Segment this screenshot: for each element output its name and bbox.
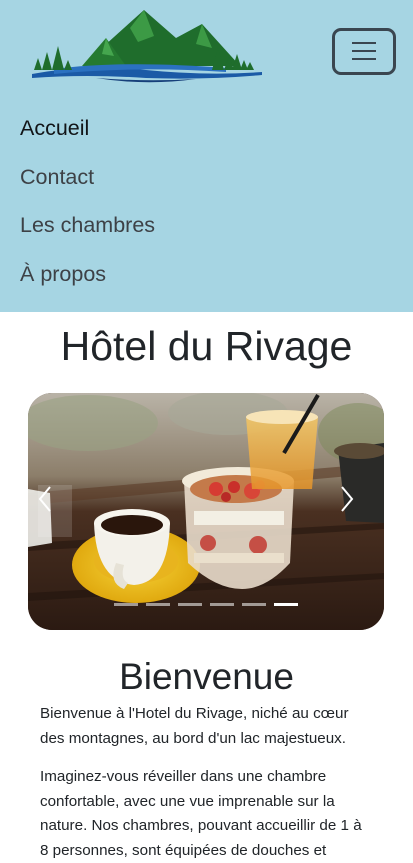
carousel-indicators	[28, 601, 384, 607]
carousel-prev-button[interactable]	[38, 485, 72, 537]
carousel-indicator[interactable]	[114, 603, 138, 606]
nav-item-a-propos[interactable]: À propos	[20, 254, 155, 303]
carousel-indicator[interactable]	[146, 603, 170, 606]
carousel-indicator-active[interactable]	[274, 603, 298, 606]
welcome-paragraph: Bienvenue à l'Hotel du Rivage, niché au …	[40, 705, 349, 747]
nav-item-accueil[interactable]: Accueil	[20, 108, 155, 157]
nav-menu: Accueil Contact Les chambres À propos	[20, 108, 155, 302]
mountain-lake-logo-icon[interactable]	[26, 8, 264, 88]
navbar: Accueil Contact Les chambres À propos	[0, 0, 413, 312]
page-title: Hôtel du Rivage	[60, 323, 353, 369]
rooms-paragraph: Imaginez-vous réveiller dans une chambre…	[40, 768, 362, 859]
chevron-left-icon	[38, 486, 51, 512]
welcome-heading: Bienvenue	[119, 656, 294, 697]
nav-item-contact[interactable]: Contact	[20, 157, 155, 206]
image-carousel[interactable]	[28, 393, 384, 630]
carousel-indicator[interactable]	[178, 603, 202, 606]
chevron-right-icon	[341, 486, 354, 512]
carousel-indicator[interactable]	[210, 603, 234, 606]
carousel-indicator[interactable]	[242, 603, 266, 606]
carousel-next-button[interactable]	[340, 485, 374, 537]
nav-item-les-chambres[interactable]: Les chambres	[20, 205, 155, 254]
breakfast-slide-image	[28, 393, 384, 630]
menu-toggle-button[interactable]	[332, 28, 396, 75]
